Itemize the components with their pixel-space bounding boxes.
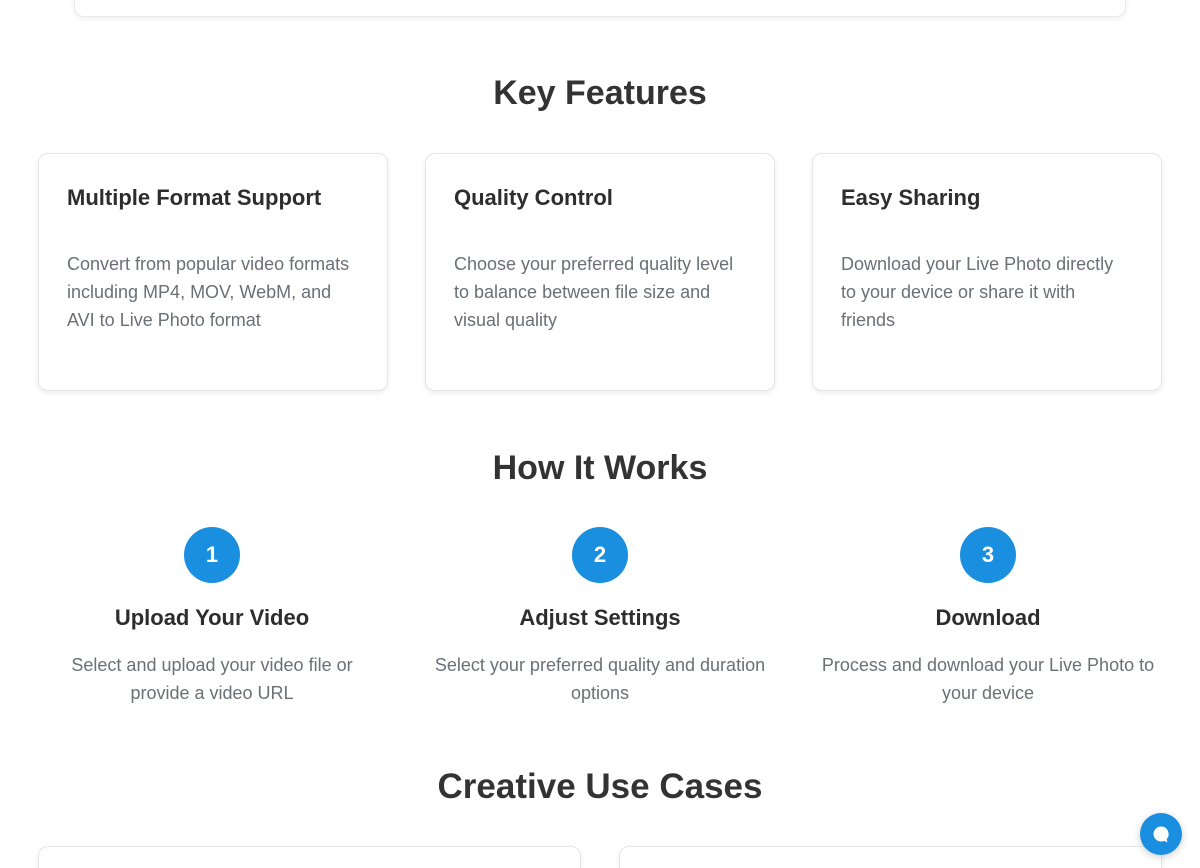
feature-card-description: Convert from popular video formats inclu… (67, 254, 350, 330)
feature-card-description: Choose your preferred quality level to b… (454, 254, 734, 330)
step-number-badge: 2 (572, 527, 628, 583)
feature-card-description: Download your Live Photo directly to you… (841, 254, 1114, 330)
creative-use-cases-heading: Creative Use Cases (437, 767, 763, 806)
key-features-heading: Key Features (493, 74, 707, 112)
previous-section-card (74, 0, 1126, 17)
step-description: Select your preferred quality and durati… (434, 655, 766, 703)
chat-bubble-icon (1153, 826, 1169, 843)
use-case-card (38, 846, 581, 868)
feature-card-title: Easy Sharing (841, 185, 981, 210)
step-title: Upload Your Video (114, 605, 310, 630)
step-title: Adjust Settings (519, 605, 681, 630)
feature-card-title: Quality Control (454, 185, 613, 210)
page: Key Features Multiple Format Support Con… (0, 0, 1200, 868)
step-number-badge: 1 (184, 527, 240, 583)
step-adjust-settings: 2 Adjust Settings Select your preferred … (406, 527, 794, 707)
feature-card-title: Multiple Format Support (67, 185, 322, 210)
how-it-works-heading: How It Works (492, 449, 708, 487)
step-upload: 1 Upload Your Video Select and upload yo… (18, 527, 406, 707)
step-description: Process and download your Live Photo to … (821, 655, 1155, 703)
step-description: Select and upload your video file or pro… (71, 655, 353, 703)
use-case-card (619, 846, 1162, 868)
feature-card-easy-sharing: Easy Sharing Download your Live Photo di… (812, 153, 1162, 391)
feature-card-quality-control: Quality Control Choose your preferred qu… (425, 153, 775, 391)
chat-button[interactable] (1140, 813, 1182, 855)
step-download: 3 Download Process and download your Liv… (794, 527, 1182, 707)
step-title: Download (935, 605, 1041, 630)
feature-card-format-support: Multiple Format Support Convert from pop… (38, 153, 388, 391)
step-number-badge: 3 (960, 527, 1016, 583)
